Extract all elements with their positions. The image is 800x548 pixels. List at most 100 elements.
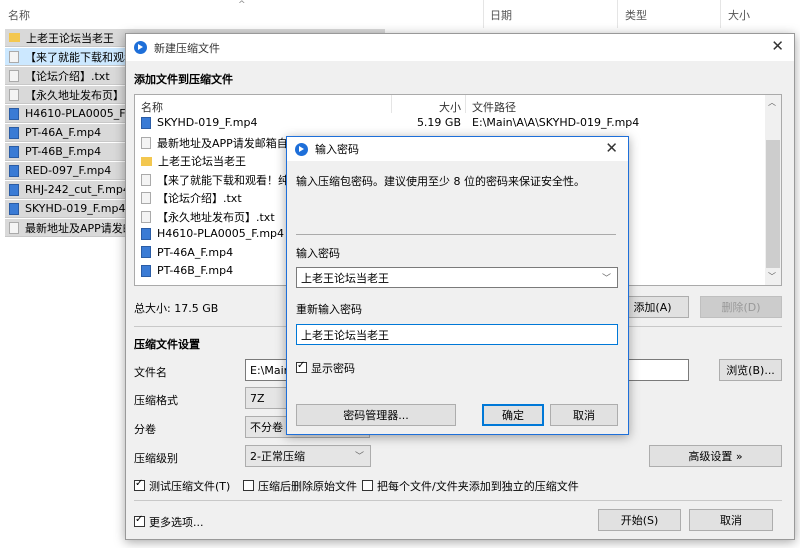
list-header-size[interactable]: 大小 [439, 99, 461, 115]
file-name: SKYHD-019_F.mp4 [25, 202, 126, 215]
close-icon[interactable]: ✕ [771, 37, 784, 55]
text-file-icon [141, 192, 151, 204]
list-item-name: PT-46A_F.mp4 [157, 245, 234, 259]
show-password-checkbox[interactable]: 显示密码 [296, 360, 355, 376]
title-bar: 新建压缩文件 ✕ [126, 34, 794, 61]
browse-button[interactable]: 浏览(B)... [719, 359, 782, 381]
app-logo-icon [134, 41, 147, 54]
password-cancel-button[interactable]: 取消 [550, 404, 618, 426]
column-header-type[interactable]: 类型 [625, 7, 647, 23]
video-file-icon [9, 202, 19, 215]
list-item[interactable]: SKYHD-019_F.mp4 [141, 116, 257, 129]
settings-heading: 压缩文件设置 [134, 338, 200, 351]
list-item[interactable]: 【论坛介绍】.txt [141, 190, 242, 206]
list-item-name: 上老王论坛当老王 [158, 155, 246, 168]
password-title-bar: 输入密码 ✕ [287, 137, 628, 161]
level-select[interactable]: 2-正常压缩 ﹀ [245, 445, 371, 467]
chevron-down-icon: ﹀ [354, 452, 364, 462]
video-file-icon [9, 183, 19, 196]
test-checkbox[interactable]: 测试压缩文件(T) [134, 478, 230, 494]
separate-archives-checkbox[interactable]: 把每个文件/文件夹添加到独立的压缩文件 [362, 478, 579, 494]
filename-label: 文件名 [134, 366, 167, 379]
ok-button[interactable]: 确定 [482, 404, 544, 426]
sort-up-icon: ^ [238, 0, 246, 10]
password-dialog: 输入密码 ✕ 输入压缩包密码。建议使用至少 8 位的密码来保证安全性。 输入密码… [286, 136, 629, 435]
video-file-icon [9, 126, 19, 139]
list-item-size: 5.19 GB [416, 116, 461, 129]
add-files-heading: 添加文件到压缩文件 [134, 73, 233, 86]
list-item-name: 【论坛介绍】.txt [157, 192, 242, 205]
folder-icon [141, 156, 152, 166]
text-file-icon [141, 210, 151, 223]
list-item[interactable]: H4610-PLA0005_F.mp4 [141, 227, 284, 240]
reenter-password-input[interactable]: 上老王论坛当老王 [296, 324, 618, 345]
column-header-size[interactable]: 大小 [728, 7, 750, 23]
test-checkbox-label: 测试压缩文件(T) [149, 480, 231, 493]
volume-value: 不分卷 [250, 421, 283, 434]
scroll-down-icon[interactable]: ﹀ [768, 271, 776, 282]
video-file-icon [9, 107, 19, 120]
column-header-date[interactable]: 日期 [490, 7, 512, 23]
advanced-settings-button[interactable]: 高级设置 » [649, 445, 782, 467]
list-item-path: E:\Main\A\A\SKYHD-019_F.mp4 [472, 116, 640, 129]
start-button[interactable]: 开始(S) [598, 509, 681, 531]
list-item[interactable]: 【永久地址发布页】.txt [141, 209, 275, 225]
show-password-label: 显示密码 [311, 362, 355, 375]
list-scrollbar[interactable]: ︿ ﹀ [765, 95, 781, 285]
file-name: 上老王论坛当老王 [26, 31, 114, 45]
dialog-title: 新建压缩文件 [154, 41, 220, 55]
list-item-name: PT-46B_F.mp4 [157, 264, 234, 277]
scroll-up-icon[interactable]: ︿ [768, 97, 776, 108]
level-value: 2-正常压缩 [250, 450, 305, 463]
cancel-button[interactable]: 取消 [689, 509, 773, 531]
list-item[interactable]: PT-46B_F.mp4 [141, 264, 233, 277]
text-file-icon [9, 88, 19, 101]
format-value: 7Z [250, 391, 265, 405]
file-name: RED-097_F.mp4 [25, 164, 112, 177]
password-manager-button[interactable]: 密码管理器... [296, 404, 456, 426]
delete-source-checkbox[interactable]: 压缩后删除原始文件 [243, 478, 357, 494]
video-file-icon [9, 145, 19, 158]
file-name: PT-46B_F.mp4 [25, 145, 102, 158]
file-name: 【论坛介绍】.txt [25, 69, 110, 83]
enter-password-label: 输入密码 [296, 247, 340, 260]
text-file-icon [141, 136, 151, 149]
file-name: PT-46A_F.mp4 [25, 126, 102, 139]
file-name: RHJ-242_cut_F.mp4 [25, 183, 130, 196]
list-header-name[interactable]: 名称 [141, 99, 163, 115]
video-file-icon [141, 227, 151, 240]
checkbox-icon [134, 514, 145, 527]
chevron-down-icon[interactable]: ﹀ [602, 271, 611, 284]
text-file-icon [9, 69, 19, 82]
password-hint: 输入压缩包密码。建议使用至少 8 位的密码来保证安全性。 [296, 175, 585, 188]
password-dialog-title: 输入密码 [315, 143, 359, 156]
list-header-path[interactable]: 文件路径 [472, 99, 516, 115]
list-item-name: SKYHD-019_F.mp4 [157, 116, 258, 129]
video-file-icon [141, 264, 151, 277]
close-icon[interactable]: ✕ [605, 139, 618, 157]
reenter-password-label: 重新输入密码 [296, 303, 362, 316]
separate-archives-label: 把每个文件/文件夹添加到独立的压缩文件 [377, 480, 579, 493]
more-options-checkbox[interactable]: 更多选项... [134, 514, 204, 530]
text-file-icon [9, 50, 19, 63]
column-header-name[interactable]: 名称 [8, 7, 30, 23]
app-logo-icon [295, 142, 308, 156]
folder-icon [9, 33, 20, 42]
list-item-name: H4610-PLA0005_F.mp4 [157, 227, 285, 240]
volume-label: 分卷 [134, 423, 156, 436]
list-item[interactable]: PT-46A_F.mp4 [141, 246, 233, 259]
enter-password-value: 上老王论坛当老王 [301, 271, 389, 285]
video-file-icon [141, 116, 151, 129]
checkbox-icon [362, 480, 373, 491]
list-item-name: 【永久地址发布页】.txt [157, 210, 275, 224]
total-size: 总大小: 17.5 GB [134, 302, 219, 315]
text-file-icon [141, 173, 151, 186]
scroll-thumb[interactable] [766, 140, 780, 268]
delete-button[interactable]: 删除(D) [700, 296, 782, 318]
list-item[interactable]: 上老王论坛当老王 [141, 153, 246, 169]
checkbox-icon [243, 480, 254, 491]
delete-source-label: 压缩后删除原始文件 [258, 480, 357, 493]
enter-password-combo[interactable]: 上老王论坛当老王 ﹀ [296, 267, 618, 288]
more-options-label: 更多选项... [149, 516, 204, 529]
checkbox-icon [134, 478, 145, 491]
